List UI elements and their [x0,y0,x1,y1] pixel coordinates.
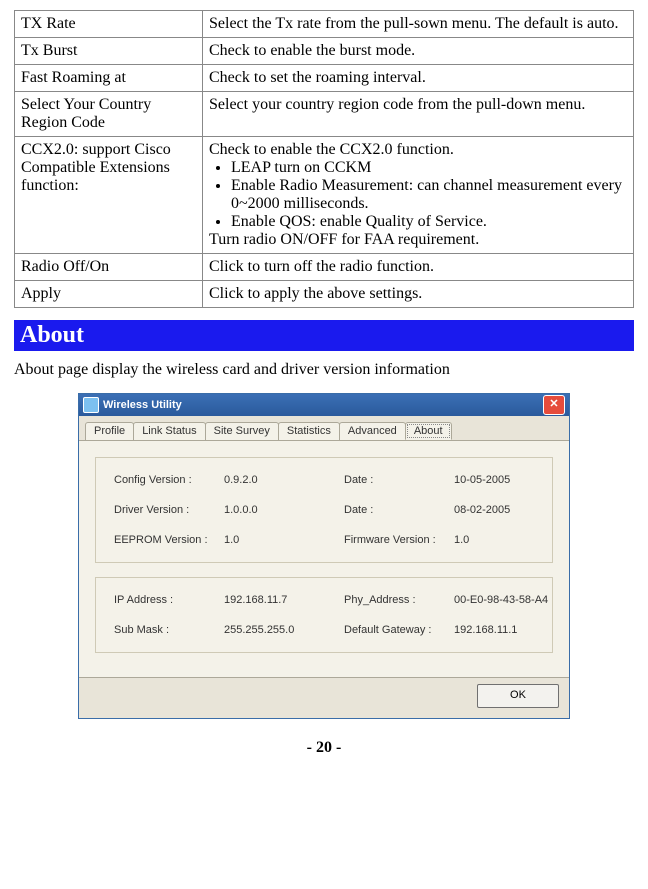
eeprom-label: EEPROM Version : [114,534,224,546]
row-desc: Check to set the roaming interval. [203,65,634,92]
date2-label: Date : [344,504,454,516]
version-group: Config Version : 0.9.2.0 Date : 10-05-20… [95,457,553,563]
driver-version-value: 1.0.0.0 [224,504,344,516]
titlebar: Wireless Utility ✕ [79,394,569,416]
row-desc-pre: Check to enable the CCX2.0 function. [209,141,454,158]
tab-site-survey[interactable]: Site Survey [205,422,279,440]
close-icon[interactable]: ✕ [543,395,565,415]
row-label: Tx Burst [15,38,203,65]
row-label: Select Your Country Region Code [15,92,203,137]
row-label: Fast Roaming at [15,65,203,92]
ip-label: IP Address : [114,594,224,606]
tab-panel-about: Config Version : 0.9.2.0 Date : 10-05-20… [79,441,569,677]
table-row: CCX2.0: support Cisco Compatible Extensi… [15,137,634,254]
dialog-window: Wireless Utility ✕ Profile Link Status S… [78,393,570,719]
section-text: About page display the wireless card and… [14,361,634,379]
table-row: Select Your Country Region Code Select y… [15,92,634,137]
firmware-value: 1.0 [454,534,574,546]
page-number: - 20 - [14,739,634,757]
button-bar: OK [79,677,569,718]
network-group: IP Address : 192.168.11.7 Phy_Address : … [95,577,553,653]
tab-link-status[interactable]: Link Status [133,422,205,440]
row-desc: Check to enable the CCX2.0 function. LEA… [203,137,634,254]
phy-value: 00-E0-98-43-58-A4 [454,594,574,606]
table-row: Fast Roaming at Check to set the roaming… [15,65,634,92]
app-icon [83,397,99,413]
firmware-label: Firmware Version : [344,534,454,546]
phy-label: Phy_Address : [344,594,454,606]
tab-statistics[interactable]: Statistics [278,422,340,440]
section-header-about: About [14,320,634,351]
row-label: Apply [15,281,203,308]
date2-value: 08-02-2005 [454,504,574,516]
row-desc: Select the Tx rate from the pull-sown me… [203,11,634,38]
row-desc: Click to turn off the radio function. [203,254,634,281]
row-desc-post: Turn radio ON/OFF for FAA requirement. [209,231,479,248]
row-label: TX Rate [15,11,203,38]
bullet-item: Enable QOS: enable Quality of Service. [231,213,627,231]
date1-label: Date : [344,474,454,486]
table-row: Tx Burst Check to enable the burst mode. [15,38,634,65]
table-row: TX Rate Select the Tx rate from the pull… [15,11,634,38]
config-version-label: Config Version : [114,474,224,486]
sub-value: 255.255.255.0 [224,624,344,636]
bullet-list: LEAP turn on CCKM Enable Radio Measureme… [209,159,627,231]
table-row: Radio Off/On Click to turn off the radio… [15,254,634,281]
gw-value: 192.168.11.1 [454,624,574,636]
ok-button[interactable]: OK [477,684,559,708]
bullet-item: Enable Radio Measurement: can channel me… [231,177,627,213]
tab-profile[interactable]: Profile [85,422,134,440]
config-version-value: 0.9.2.0 [224,474,344,486]
ip-value: 192.168.11.7 [224,594,344,606]
window-title: Wireless Utility [103,394,182,416]
bullet-item: LEAP turn on CCKM [231,159,627,177]
sub-label: Sub Mask : [114,624,224,636]
dialog-screenshot: Wireless Utility ✕ Profile Link Status S… [14,393,634,719]
table-row: Apply Click to apply the above settings. [15,281,634,308]
date1-value: 10-05-2005 [454,474,574,486]
row-desc: Click to apply the above settings. [203,281,634,308]
row-desc: Check to enable the burst mode. [203,38,634,65]
eeprom-value: 1.0 [224,534,344,546]
row-label: CCX2.0: support Cisco Compatible Extensi… [15,137,203,254]
tab-about[interactable]: About [405,422,452,440]
tab-strip: Profile Link Status Site Survey Statisti… [79,416,569,441]
gw-label: Default Gateway : [344,624,454,636]
settings-table: TX Rate Select the Tx rate from the pull… [14,10,634,308]
row-desc: Select your country region code from the… [203,92,634,137]
tab-advanced[interactable]: Advanced [339,422,406,440]
driver-version-label: Driver Version : [114,504,224,516]
row-label: Radio Off/On [15,254,203,281]
